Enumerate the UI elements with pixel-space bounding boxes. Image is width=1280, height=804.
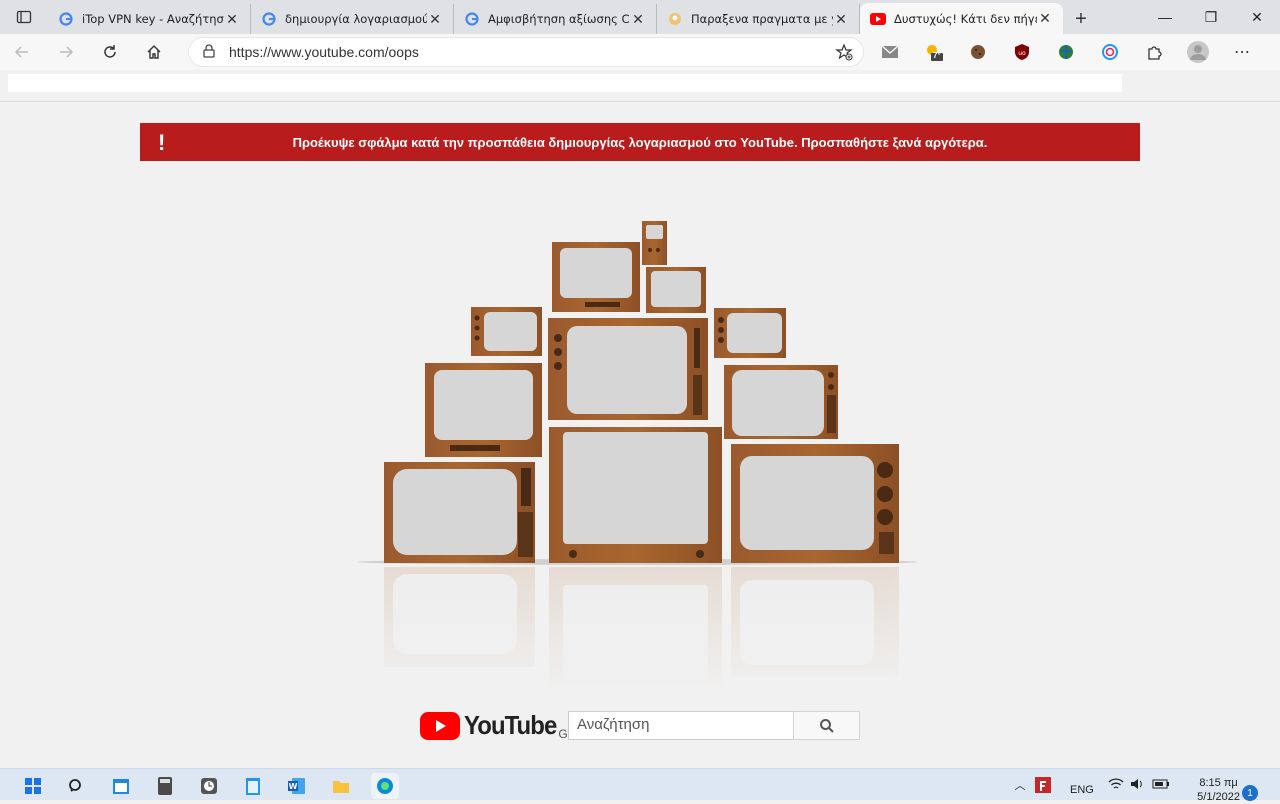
- refresh-icon: [104, 45, 116, 58]
- language-indicator[interactable]: ENG: [1070, 784, 1094, 796]
- svg-text:uo: uo: [1018, 50, 1026, 57]
- address-bar[interactable]: https://www.youtube.com/oops: [188, 37, 864, 67]
- add-favorite-icon[interactable]: [835, 43, 853, 64]
- calculator-icon[interactable]: [151, 773, 179, 799]
- tv-mid-right-small: [714, 308, 786, 358]
- tv-stack-illustration: [358, 221, 918, 692]
- lock-icon[interactable]: [203, 43, 215, 61]
- tab-4[interactable]: Παραξενα πραγματα με y ✕: [657, 4, 860, 34]
- extensions-area: 7° uo ⋯: [868, 34, 1264, 70]
- close-tab-icon[interactable]: ✕: [1037, 10, 1053, 27]
- window-controls: — ❐ ✕: [1142, 0, 1280, 34]
- calendar-app-icon[interactable]: [107, 773, 135, 799]
- mail-icon[interactable]: [868, 34, 912, 70]
- weather-badge: 7°: [933, 51, 941, 60]
- restore-icon[interactable]: ❐: [1188, 0, 1234, 34]
- toolbar: https://www.youtube.com/oops 7° uo ⋯: [0, 34, 1280, 70]
- tab-1[interactable]: iTop VPN key - Αναζήτηση ✕: [48, 4, 251, 34]
- tab-3[interactable]: Αμφισβήτηση αξίωσης Co ✕: [454, 4, 657, 34]
- weather-icon[interactable]: 7°: [912, 34, 956, 70]
- search-icon: [819, 718, 834, 733]
- google-icon: [58, 11, 74, 27]
- tab-strip: iTop VPN key - Αναζήτηση ✕ δημιουργία λο…: [0, 0, 1280, 34]
- tab-title: δημιουργία λογαριασμού: [285, 12, 427, 26]
- youtube-logo[interactable]: YouTube GR: [420, 710, 576, 741]
- close-tab-icon[interactable]: ✕: [427, 11, 443, 28]
- tv-upper-right: [646, 267, 706, 313]
- back-arrow-icon: [14, 46, 28, 58]
- new-tab-button[interactable]: +: [1063, 4, 1099, 34]
- google-icon: [261, 11, 277, 27]
- tab-title: Αμφισβήτηση αξίωσης Co: [488, 12, 630, 26]
- notification-badge[interactable]: 1: [1242, 785, 1258, 801]
- forward-button[interactable]: [44, 34, 88, 70]
- youtube-wordmark: YouTube: [464, 710, 557, 740]
- tab-actions-icon: [16, 10, 32, 24]
- taskbar: W ︿ ENG 8:15 πμ 5/1/2022 1: [0, 768, 1280, 803]
- tv-right-mid: [724, 365, 838, 439]
- search-button[interactable]: [793, 711, 860, 740]
- home-icon: [147, 45, 161, 59]
- tab-2[interactable]: δημιουργία λογαριασμού ✕: [251, 4, 454, 34]
- close-tab-icon[interactable]: ✕: [224, 11, 240, 28]
- home-button[interactable]: [132, 34, 176, 70]
- search-input[interactable]: Αναζήτηση: [568, 711, 794, 740]
- minimize-icon[interactable]: —: [1142, 0, 1188, 34]
- google-icon: [464, 11, 480, 27]
- close-window-icon[interactable]: ✕: [1234, 0, 1280, 34]
- profile-avatar-icon[interactable]: [1176, 34, 1220, 70]
- word-icon[interactable]: W: [283, 773, 311, 799]
- clock-time: 8:15 πμ: [1199, 777, 1238, 789]
- extensions-puzzle-icon[interactable]: [1132, 34, 1176, 70]
- tv-bottom-left: [384, 462, 535, 563]
- tv-left-mid: [425, 363, 542, 457]
- forward-arrow-icon: [60, 46, 74, 58]
- tray-app-icon[interactable]: [1030, 777, 1056, 793]
- tab-title: iTop VPN key - Αναζήτηση: [82, 12, 224, 26]
- globe-extension-icon[interactable]: [1044, 34, 1088, 70]
- tab-actions-button[interactable]: [0, 0, 48, 34]
- svg-text:W: W: [289, 782, 298, 791]
- ring-extension-icon[interactable]: [1088, 34, 1132, 70]
- refresh-button[interactable]: [88, 34, 132, 70]
- tv-center-mid: [548, 318, 708, 420]
- tv-upper-left: [552, 242, 640, 312]
- youtube-play-icon: [420, 711, 460, 740]
- volume-icon[interactable]: [1130, 777, 1146, 794]
- settings-more-icon[interactable]: ⋯: [1220, 34, 1264, 70]
- tv-bottom-right: [731, 444, 899, 563]
- notepad-icon[interactable]: [239, 773, 267, 799]
- youtube-icon: [870, 11, 886, 27]
- page-content: ! Προέκυψε σφάλμα κατά την προσπάθεια δη…: [0, 70, 1280, 768]
- wifi-icon[interactable]: [1108, 777, 1124, 794]
- battery-icon[interactable]: [1152, 778, 1170, 793]
- tv-bottom-center: [549, 427, 722, 563]
- back-button[interactable]: [0, 34, 44, 70]
- url-text: https://www.youtube.com/oops: [229, 44, 419, 60]
- system-tray: ︿ ENG: [1010, 769, 1170, 801]
- edge-icon[interactable]: [371, 773, 399, 799]
- file-explorer-icon[interactable]: [327, 773, 355, 799]
- tab-5-active[interactable]: Δυστυχώς! Κάτι δεν πήγε ✕: [860, 3, 1063, 34]
- chevron-up-icon[interactable]: ︿: [1010, 777, 1030, 793]
- generic-icon: [667, 11, 683, 27]
- start-icon[interactable]: [19, 773, 47, 799]
- tv-mid-left-small: [471, 307, 542, 356]
- search-icon[interactable]: [62, 773, 90, 799]
- cookie-icon[interactable]: [956, 34, 1000, 70]
- tab-title: Δυστυχώς! Κάτι δεν πήγε: [894, 11, 1037, 26]
- clock-app-icon[interactable]: [195, 773, 223, 799]
- close-tab-icon[interactable]: ✕: [833, 11, 849, 28]
- tab-title: Παραξενα πραγματα με y: [691, 12, 833, 26]
- tv-small-top: [642, 221, 667, 265]
- ublock-icon[interactable]: uo: [1000, 34, 1044, 70]
- close-tab-icon[interactable]: ✕: [630, 11, 646, 28]
- clock-date: 5/1/2022: [1197, 791, 1240, 803]
